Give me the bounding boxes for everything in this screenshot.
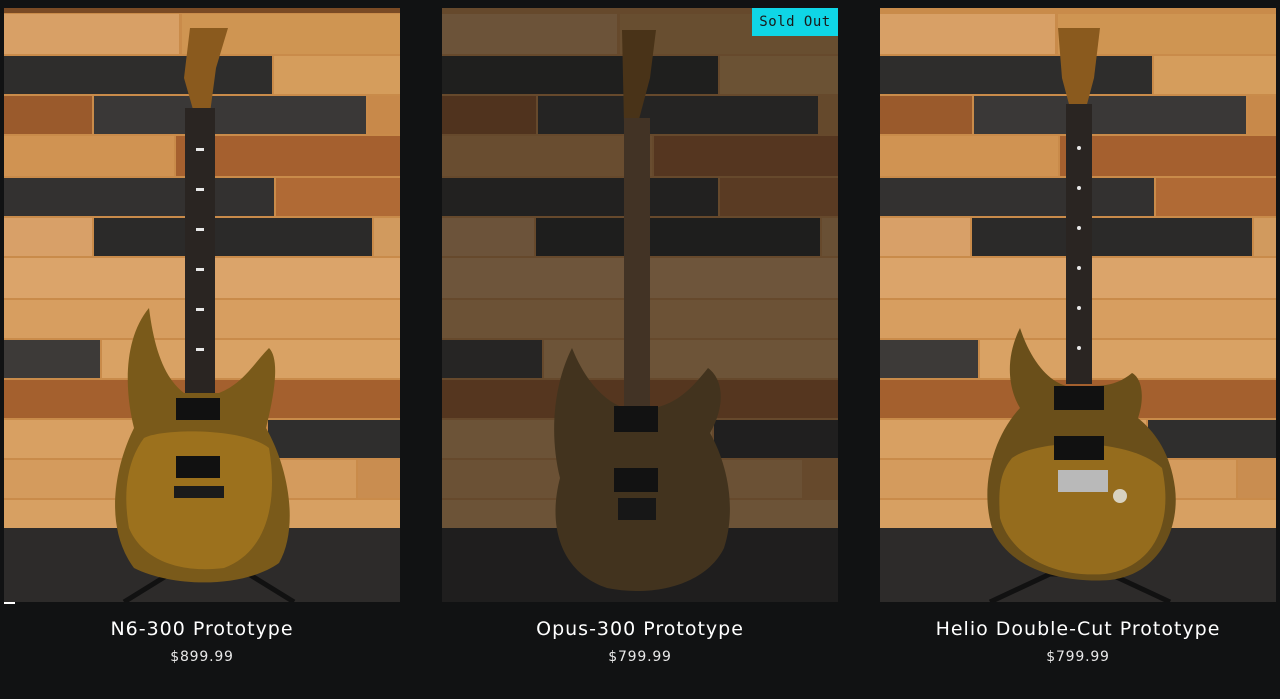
guitar-photo bbox=[4, 8, 400, 602]
product-price: $799.99 bbox=[1046, 649, 1110, 665]
carousel-indicator bbox=[4, 602, 15, 604]
product-price: $799.99 bbox=[608, 649, 672, 665]
product-card[interactable]: Sold Out Opus-300 Prototype $799.99 bbox=[442, 8, 838, 666]
product-title[interactable]: Helio Double-Cut Prototype bbox=[880, 616, 1276, 642]
product-card[interactable]: N6-300 Prototype $899.99 bbox=[4, 8, 400, 666]
product-image[interactable] bbox=[4, 8, 400, 602]
product-grid: N6-300 Prototype $899.99 Sold Out Opus-3… bbox=[0, 0, 1280, 699]
product-title[interactable]: Opus-300 Prototype bbox=[442, 616, 838, 642]
product-price: $899.99 bbox=[170, 649, 234, 665]
product-card[interactable]: Helio Double-Cut Prototype $799.99 bbox=[880, 8, 1276, 666]
product-image[interactable]: Sold Out bbox=[442, 8, 838, 602]
sold-out-overlay bbox=[442, 8, 838, 602]
product-title[interactable]: N6-300 Prototype bbox=[4, 616, 400, 642]
guitar-photo bbox=[880, 8, 1276, 602]
sold-out-badge: Sold Out bbox=[752, 8, 838, 36]
product-image[interactable] bbox=[880, 8, 1276, 602]
